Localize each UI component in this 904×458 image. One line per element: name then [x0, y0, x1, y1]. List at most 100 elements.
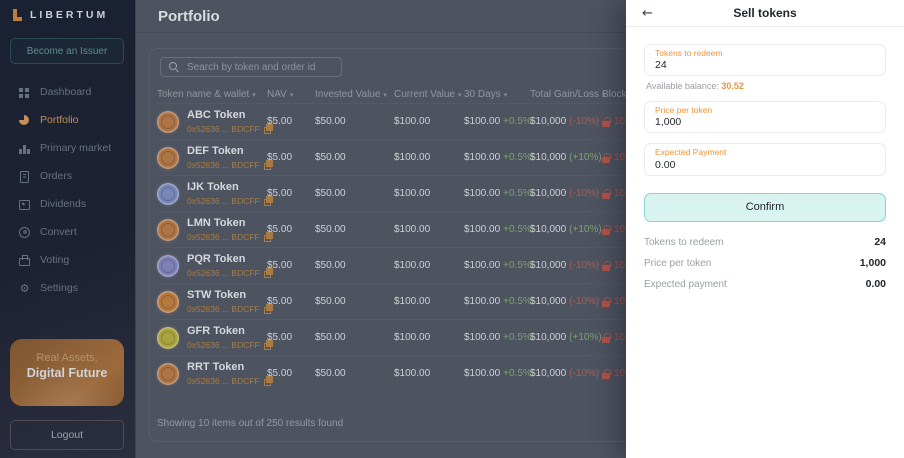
price-per-token-field[interactable]: Price per token [644, 101, 886, 133]
back-arrow-icon[interactable]: ← [642, 7, 653, 20]
chevron-down-icon: ▾ [504, 91, 508, 99]
calendar-icon [18, 198, 31, 211]
sidebar-nav: Dashboard Portfolio Primary market Order… [0, 78, 135, 302]
column-header-nav[interactable]: NAV▾ [267, 89, 315, 100]
invested-value: $50.00 [315, 224, 394, 235]
sidebar-item-orders[interactable]: Orders [0, 162, 135, 190]
sidebar-item-label: Convert [40, 226, 77, 238]
column-header-invested[interactable]: Invested Value▾ [315, 89, 394, 100]
token-coin-icon [157, 255, 179, 277]
column-header-30days[interactable]: 30 Days▾ [464, 89, 530, 100]
token-wallet[interactable]: 0x52636 ... BDCFF [187, 196, 273, 206]
change-badge: (-10%) [569, 368, 599, 379]
token-wallet[interactable]: 0x52636 ... BDCFF [187, 268, 273, 278]
nav-value: $5.00 [267, 152, 315, 163]
become-issuer-button[interactable]: Become an Issuer [10, 38, 124, 64]
current-value: $100.00 [394, 296, 464, 307]
token-wallet[interactable]: 0x52636 ... BDCFF [187, 340, 273, 350]
tokens-to-redeem-field[interactable]: Tokens to redeem [644, 44, 886, 76]
sidebar-item-dashboard[interactable]: Dashboard [0, 78, 135, 106]
search-input[interactable] [185, 61, 333, 74]
nav-value: $5.00 [267, 260, 315, 271]
promo-line-2: Digital Future [10, 366, 124, 380]
thirty-days-value: $100.00+0.5% [464, 368, 530, 379]
sidebar-item-primary-market[interactable]: Primary market [0, 134, 135, 162]
sidebar-item-label: Primary market [40, 142, 111, 154]
change-badge: +0.5% [503, 296, 532, 307]
token-name: DEF Token [187, 145, 273, 158]
chevron-down-icon: ▾ [458, 91, 462, 99]
copy-icon[interactable] [264, 232, 273, 241]
confirm-button[interactable]: Confirm [644, 193, 886, 222]
total-gain-loss: $10,000(-10%) [530, 116, 602, 127]
invested-value: $50.00 [315, 188, 394, 199]
sidebar-item-settings[interactable]: ⚙ Settings [0, 274, 135, 302]
sell-tokens-panel: ← Sell tokens Tokens to redeem Available… [626, 0, 904, 458]
sidebar-item-voting[interactable]: Voting [0, 246, 135, 274]
promo-card: Real Assets, Digital Future [10, 339, 124, 406]
sidebar-item-convert[interactable]: Convert [0, 218, 135, 246]
available-balance-value: 30.52 [721, 81, 744, 91]
change-badge: +0.5% [503, 332, 532, 343]
panel-title: Sell tokens [733, 6, 796, 20]
token-coin-icon [157, 327, 179, 349]
change-badge: (-10%) [569, 116, 599, 127]
lock-icon [602, 117, 610, 127]
field-label: Expected Payment [655, 147, 875, 157]
token-name: RRT Token [187, 361, 273, 374]
lock-icon [602, 369, 610, 379]
sidebar-item-portfolio[interactable]: Portfolio [0, 106, 135, 134]
invested-value: $50.00 [315, 116, 394, 127]
column-header-token[interactable]: Token name & wallet▾ [157, 89, 267, 100]
expected-payment-field[interactable]: Expected Payment [644, 143, 886, 175]
token-wallet[interactable]: 0x52636 ... BDCFF [187, 124, 273, 134]
copy-icon[interactable] [264, 196, 273, 205]
thirty-days-value: $100.00+0.5% [464, 224, 530, 235]
thirty-days-value: $100.00+0.5% [464, 296, 530, 307]
change-badge: (-10%) [569, 188, 599, 199]
current-value: $100.00 [394, 224, 464, 235]
search-bar[interactable] [160, 57, 342, 77]
sidebar-item-label: Settings [40, 282, 78, 294]
price-per-token-input[interactable] [655, 116, 875, 128]
token-wallet[interactable]: 0x52636 ... BDCFF [187, 304, 273, 314]
tokens-to-redeem-input[interactable] [655, 59, 875, 71]
sidebar-item-dividends[interactable]: Dividends [0, 190, 135, 218]
token-wallet[interactable]: 0x52636 ... BDCFF [187, 232, 273, 242]
portfolio-pie-icon [18, 114, 31, 127]
token-coin-icon [157, 183, 179, 205]
change-badge: +0.5% [503, 224, 532, 235]
logout-button[interactable]: Logout [10, 420, 124, 450]
sidebar-item-label: Voting [40, 254, 69, 266]
app-window: LIBERTUM Become an Issuer Dashboard Port… [0, 0, 904, 458]
token-wallet[interactable]: 0x52636 ... BDCFF [187, 376, 273, 386]
expected-payment-input[interactable] [655, 159, 875, 171]
thirty-days-value: $100.00+0.5% [464, 152, 530, 163]
thirty-days-value: $100.00+0.5% [464, 332, 530, 343]
column-header-total[interactable]: Total Gain/Loss▾ [530, 89, 602, 100]
copy-icon[interactable] [264, 268, 273, 277]
change-badge: +0.5% [503, 368, 532, 379]
document-icon [18, 170, 31, 183]
page-title: Portfolio [158, 8, 220, 25]
copy-icon[interactable] [264, 340, 273, 349]
summary-row: Tokens to redeem 24 [644, 232, 886, 253]
current-value: $100.00 [394, 116, 464, 127]
copy-icon[interactable] [264, 160, 273, 169]
copy-icon[interactable] [264, 304, 273, 313]
libertum-logo[interactable]: LIBERTUM [13, 9, 108, 21]
copy-icon[interactable] [264, 376, 273, 385]
copy-icon[interactable] [264, 124, 273, 133]
brand-name: LIBERTUM [30, 9, 108, 21]
invested-value: $50.00 [315, 368, 394, 379]
token-wallet[interactable]: 0x52636 ... BDCFF [187, 160, 273, 170]
search-icon [169, 62, 179, 72]
token-coin-icon [157, 291, 179, 313]
thirty-days-value: $100.00+0.5% [464, 260, 530, 271]
chevron-down-icon: ▾ [602, 91, 606, 99]
lock-icon [602, 225, 610, 235]
column-header-current[interactable]: Current Value▾ [394, 89, 464, 100]
nav-value: $5.00 [267, 368, 315, 379]
lock-icon [602, 297, 610, 307]
token-coin-icon [157, 147, 179, 169]
